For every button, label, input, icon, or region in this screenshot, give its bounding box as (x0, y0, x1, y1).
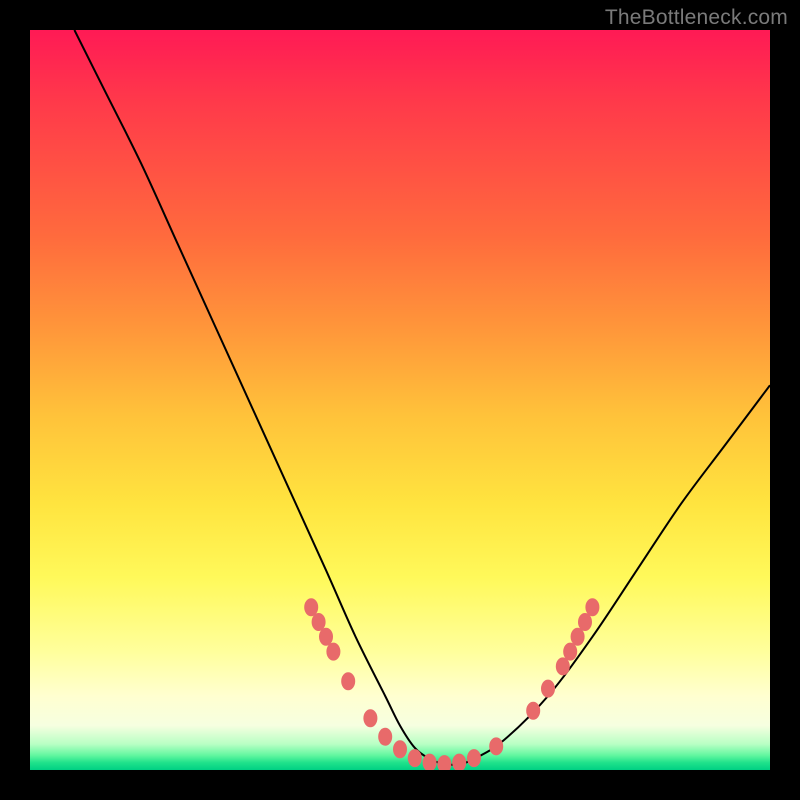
chart-frame: TheBottleneck.com (0, 0, 800, 800)
plot-background (30, 30, 770, 770)
watermark-text: TheBottleneck.com (605, 6, 788, 30)
